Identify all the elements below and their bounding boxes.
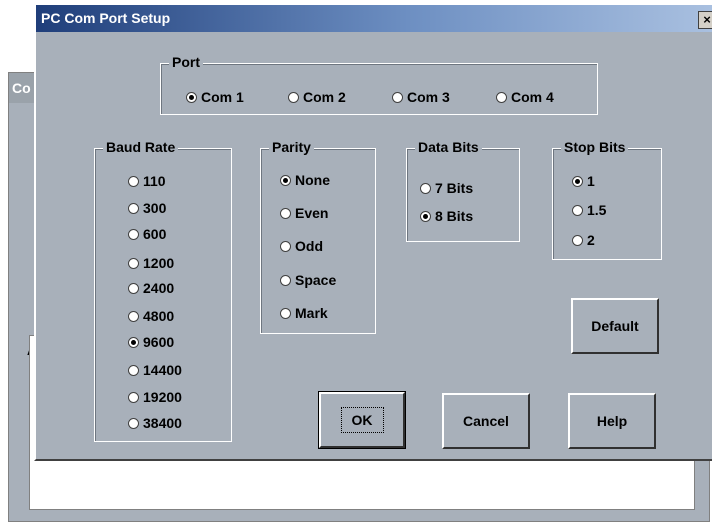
parity-option-odd[interactable]: Odd [280,238,323,254]
port-option-com2[interactable]: Com 2 [288,89,346,105]
parity-option-none[interactable]: None [280,172,330,188]
radio-icon [128,228,139,240]
baud-option-300[interactable]: 300 [128,200,166,216]
radio-icon [128,282,139,294]
radio-icon [128,310,139,322]
ok-button[interactable]: OK [318,391,406,449]
stop-bits-option-1-5[interactable]: 1.5 [572,202,606,218]
radio-selected-icon [280,174,291,186]
baud-option-600[interactable]: 600 [128,226,166,242]
radio-icon [572,204,583,216]
radio-icon [128,257,139,269]
com-port-setup-dialog: PC Com Port Setup × Port Com 1 Com 2 Com… [34,3,712,461]
radio-selected-icon [186,91,197,103]
parity-option-even[interactable]: Even [280,205,328,221]
radio-icon [288,91,299,103]
radio-icon [128,202,139,214]
port-option-com1[interactable]: Com 1 [186,89,244,105]
data-bits-legend: Data Bits [415,139,482,155]
stop-bits-group: Stop Bits [552,139,662,260]
baud-option-14400[interactable]: 14400 [128,362,182,378]
radio-icon [496,91,507,103]
stop-bits-option-2[interactable]: 2 [572,232,595,248]
data-bits-option-8[interactable]: 8 Bits [420,208,473,224]
baud-option-110[interactable]: 110 [128,173,166,189]
radio-icon [392,91,403,103]
baud-option-2400[interactable]: 2400 [128,280,174,296]
port-option-com3[interactable]: Com 3 [392,89,450,105]
radio-selected-icon [128,336,139,348]
default-button[interactable]: Default [571,298,659,354]
baud-rate-legend: Baud Rate [103,139,179,155]
radio-icon [128,417,139,429]
stop-bits-legend: Stop Bits [561,139,629,155]
radio-icon [280,240,291,252]
ok-button-label: OK [340,407,384,433]
help-button[interactable]: Help [568,393,656,449]
baud-option-9600[interactable]: 9600 [128,334,174,350]
radio-icon [128,175,139,187]
port-option-com4[interactable]: Com 4 [496,89,554,105]
parity-option-space[interactable]: Space [280,272,336,288]
parity-option-mark[interactable]: Mark [280,305,328,321]
baud-option-38400[interactable]: 38400 [128,415,182,431]
radio-icon [280,307,291,319]
baud-option-4800[interactable]: 4800 [128,308,174,324]
radio-icon [128,391,139,403]
cancel-button[interactable]: Cancel [442,393,530,449]
radio-selected-icon [420,210,431,222]
close-button[interactable]: × [698,11,712,29]
dialog-title: PC Com Port Setup [41,10,171,26]
radio-icon [128,364,139,376]
data-bits-option-7[interactable]: 7 Bits [420,180,473,196]
port-legend: Port [169,54,203,70]
radio-selected-icon [572,175,583,187]
radio-icon [280,207,291,219]
radio-icon [572,234,583,246]
baud-option-1200[interactable]: 1200 [128,255,174,271]
stop-bits-option-1[interactable]: 1 [572,173,595,189]
radio-icon [420,182,431,194]
dialog-titlebar[interactable]: PC Com Port Setup × [36,5,712,32]
parity-legend: Parity [269,139,314,155]
radio-icon [280,274,291,286]
baud-option-19200[interactable]: 19200 [128,389,182,405]
